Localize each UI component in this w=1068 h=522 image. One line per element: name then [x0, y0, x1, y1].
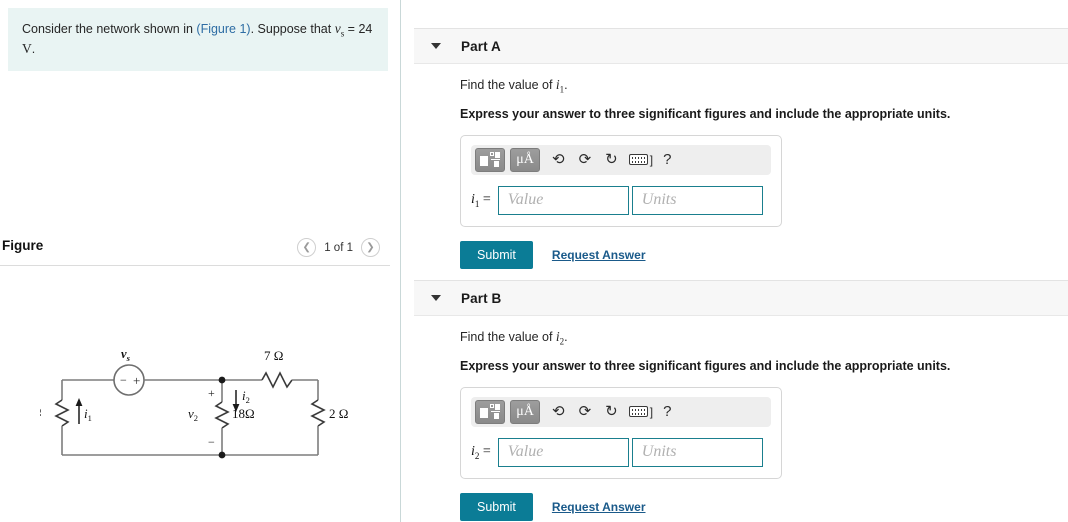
- problem-text-before: Consider the network shown in: [22, 22, 197, 36]
- problem-value: = 24: [344, 22, 373, 36]
- source-plus-sign: +: [133, 373, 140, 388]
- figure-header: Figure ❮ 1 of 1 ❯: [0, 238, 390, 262]
- resistor-2ohm-label: 2 Ω: [329, 406, 348, 421]
- part-a-header[interactable]: Part A: [414, 28, 1068, 64]
- part-b-submit-button[interactable]: Submit: [460, 492, 533, 521]
- part-a-submit-button[interactable]: Submit: [460, 240, 533, 269]
- figure-pager: ❮ 1 of 1 ❯: [297, 238, 380, 257]
- problem-unit: V: [22, 40, 32, 56]
- part-a-section: Part A Find the value of i1. Express you…: [414, 28, 1068, 269]
- part-b-section: Part B Find the value of i2. Express you…: [414, 280, 1068, 521]
- resistor-4ohm-label: 4 Ω: [40, 404, 41, 419]
- part-a-answer-label: i1 =: [471, 191, 491, 209]
- part-b-prompt-variable: i2: [555, 329, 565, 347]
- circuit-diagram: − + vs 4 Ω i1 v2 + − i2 18Ω: [22, 338, 350, 473]
- keyboard-icon[interactable]: ]: [625, 405, 657, 419]
- redo-arrow-icon[interactable]: ⟳: [572, 152, 599, 167]
- figure-1-link[interactable]: (Figure 1): [196, 22, 250, 36]
- part-b-prompt-before: Find the value of: [460, 330, 556, 344]
- reset-circle-icon[interactable]: ↻: [598, 404, 625, 419]
- part-a-answer-row: i1 = Value Units: [471, 185, 771, 215]
- part-b-submit-row: Submit Request Answer: [460, 492, 1068, 521]
- part-b-body: Find the value of i2. Express your answe…: [414, 316, 1068, 521]
- v2-minus-sign: −: [208, 435, 215, 449]
- part-b-toolbar: μÅ ⟲ ⟳ ↻ ] ?: [471, 396, 771, 427]
- chevron-down-icon[interactable]: [431, 43, 441, 49]
- part-b-instruction: Express your answer to three significant…: [460, 358, 951, 373]
- circuit-node-top: [218, 376, 226, 384]
- units-icon-label: μÅ: [516, 151, 534, 167]
- circuit-node-bottom: [218, 451, 226, 459]
- part-a-toolbar: μÅ ⟲ ⟳ ↻ ] ?: [471, 144, 771, 175]
- chevron-right-icon: ❯: [366, 241, 375, 253]
- figure-prev-button[interactable]: ❮: [297, 238, 317, 257]
- undo-arrow-icon[interactable]: ⟲: [545, 152, 572, 167]
- part-b-units-input[interactable]: Units: [631, 437, 763, 467]
- figure-pager-label: 1 of 1: [324, 241, 353, 254]
- part-b-title: Part B: [461, 290, 502, 306]
- part-b-request-answer-link[interactable]: Request Answer: [552, 500, 646, 514]
- part-b-answer-row: i2 = Value Units: [471, 437, 771, 467]
- current-i2-label: i2: [242, 388, 250, 405]
- part-a-units-input[interactable]: Units: [631, 185, 763, 215]
- part-a-submit-row: Submit Request Answer: [460, 240, 1068, 269]
- source-minus-sign: −: [120, 373, 127, 387]
- circuit-svg: − + vs 4 Ω i1 v2 + − i2 18Ω: [22, 347, 348, 459]
- part-b-answer-box: μÅ ⟲ ⟳ ↻ ] ? i2 = Value Units: [460, 386, 782, 479]
- resistor-7ohm-label: 7 Ω: [264, 348, 283, 363]
- voltage-v2-label: v2: [188, 406, 198, 423]
- part-a-body: Find the value of i1. Express your answe…: [414, 64, 1068, 269]
- reset-circle-icon[interactable]: ↻: [598, 152, 625, 167]
- part-a-instruction: Express your answer to three significant…: [460, 106, 951, 121]
- part-b-prompt: Find the value of i2.: [460, 329, 1068, 347]
- math-template-icon[interactable]: [475, 147, 505, 172]
- figure-next-button[interactable]: ❯: [361, 238, 380, 257]
- part-a-prompt: Find the value of i1.: [460, 77, 1068, 95]
- chevron-down-icon[interactable]: [431, 295, 441, 301]
- part-a-request-answer-link[interactable]: Request Answer: [552, 248, 646, 262]
- part-b-answer-label: i2 =: [471, 443, 491, 461]
- undo-arrow-icon[interactable]: ⟲: [545, 404, 572, 419]
- left-panel: Consider the network shown in (Figure 1)…: [0, 0, 400, 522]
- problem-period: .: [31, 41, 36, 56]
- part-a-value-input[interactable]: Value: [497, 185, 629, 215]
- part-a-prompt-after: .: [564, 78, 568, 92]
- source-label: vs: [121, 347, 131, 363]
- units-icon-label: μÅ: [516, 403, 534, 419]
- part-a-title: Part A: [461, 38, 501, 54]
- problem-text-after: . Suppose that: [250, 22, 335, 36]
- v2-plus-sign: +: [208, 386, 215, 400]
- current-i1-label: i1: [84, 406, 92, 423]
- math-template-icon[interactable]: [475, 399, 505, 424]
- right-panel: Part A Find the value of i1. Express you…: [414, 0, 1068, 522]
- keyboard-bracket: ]: [649, 404, 654, 419]
- redo-arrow-icon[interactable]: ⟳: [572, 404, 599, 419]
- part-b-header[interactable]: Part B: [414, 280, 1068, 316]
- part-a-prompt-before: Find the value of: [460, 78, 556, 92]
- chevron-left-icon: ❮: [302, 241, 311, 253]
- units-microangstrom-icon[interactable]: μÅ: [510, 399, 540, 424]
- panel-divider: [400, 0, 401, 522]
- keyboard-bracket: ]: [649, 152, 654, 167]
- help-question-icon[interactable]: ?: [663, 403, 671, 420]
- part-b-value-input[interactable]: Value: [497, 437, 629, 467]
- resistor-18ohm-label: 18Ω: [232, 406, 255, 421]
- mastering-physics-problem-page: Consider the network shown in (Figure 1)…: [0, 0, 1068, 522]
- problem-statement: Consider the network shown in (Figure 1)…: [8, 8, 388, 72]
- help-question-icon[interactable]: ?: [663, 151, 671, 168]
- part-a-answer-box: μÅ ⟲ ⟳ ↻ ] ? i1 = Value Units: [460, 134, 782, 227]
- part-b-prompt-after: .: [564, 330, 568, 344]
- figure-title: Figure: [2, 238, 44, 253]
- problem-variable: vs: [334, 21, 345, 39]
- keyboard-icon[interactable]: ]: [625, 153, 657, 167]
- units-microangstrom-icon[interactable]: μÅ: [510, 147, 540, 172]
- figure-divider: [0, 265, 390, 266]
- part-a-prompt-variable: i1: [555, 77, 565, 95]
